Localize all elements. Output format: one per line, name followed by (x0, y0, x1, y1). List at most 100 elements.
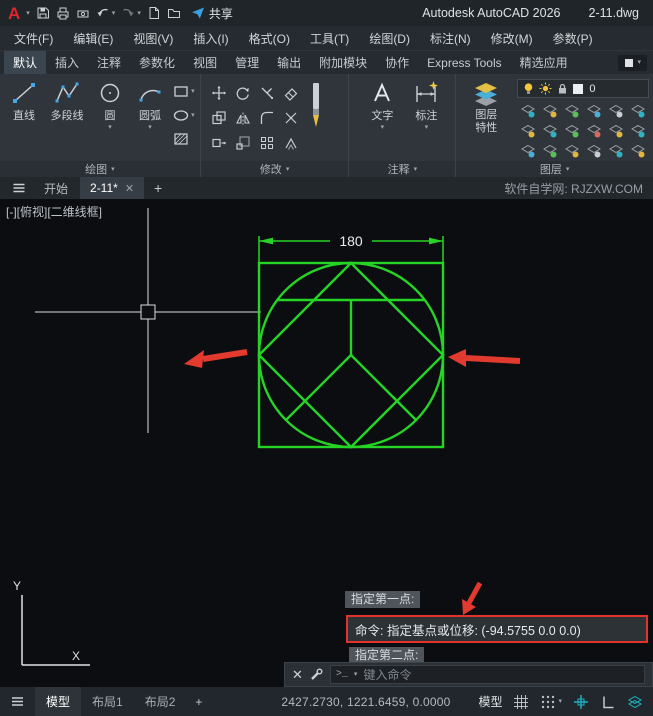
file-tab-drawing[interactable]: 2-11* ✕ (80, 177, 145, 199)
dimension-annotation[interactable]: 180 (258, 232, 444, 263)
drawing-viewport[interactable]: 180 Y X [-][俯视][二维线框] 指定第一点: 命令: 指定基点或位移… (0, 199, 653, 716)
snap-toggle[interactable]: ▾ (540, 694, 562, 710)
hamburger-menu-icon[interactable] (0, 694, 35, 709)
text-tool[interactable]: 文字 ▾ (362, 80, 402, 131)
menu-edit[interactable]: 编辑(E) (63, 26, 123, 50)
ribbon-tab-insert[interactable]: 插入 (46, 51, 88, 75)
layer-tool-icon[interactable] (517, 121, 539, 141)
autocad-logo-icon[interactable]: A (8, 5, 20, 22)
ribbon-tab-home[interactable]: 默认 (4, 50, 47, 75)
menu-parametric[interactable]: 参数(P) (543, 26, 603, 50)
geometry[interactable] (257, 261, 445, 449)
open-file-button[interactable] (167, 6, 181, 20)
explode-tool[interactable] (279, 105, 303, 130)
menu-draw[interactable]: 绘图(D) (359, 26, 420, 50)
grid-toggle-icon[interactable] (513, 694, 529, 710)
layer-tool-icon[interactable] (517, 141, 539, 161)
layer-tool-icon[interactable] (605, 121, 627, 141)
menu-tools[interactable]: 工具(T) (300, 26, 359, 50)
stretch-tool[interactable] (207, 130, 231, 155)
polyline-tool[interactable]: 多段线 (44, 80, 90, 131)
layer-tool-icon[interactable] (627, 101, 649, 121)
annotate-panel-label[interactable]: 注释 ▾ (349, 161, 456, 177)
close-icon[interactable]: ✕ (125, 182, 134, 195)
chevron-down-icon[interactable]: ▾ (112, 10, 116, 17)
layer-tool-icon[interactable] (583, 101, 605, 121)
ribbon-tab-express[interactable]: Express Tools (418, 51, 510, 75)
print-preview-button[interactable] (76, 6, 90, 20)
chevron-down-icon[interactable]: ▾ (26, 10, 30, 17)
layer-tool-icon[interactable] (605, 101, 627, 121)
move-tool[interactable] (207, 80, 231, 105)
undo-button[interactable]: ▾ (96, 6, 116, 20)
plot-button[interactable] (56, 6, 70, 20)
line-tool[interactable]: 直线 (4, 80, 44, 131)
ribbon-display-toggle[interactable]: ▾ (618, 54, 647, 71)
hatch-tool[interactable] (173, 131, 195, 147)
ribbon-tab-parametric[interactable]: 参数化 (130, 51, 184, 75)
menu-view[interactable]: 视图(V) (123, 26, 183, 50)
trim-tool[interactable] (255, 80, 279, 105)
command-input[interactable]: >_ ▾ 键入命令 (329, 665, 645, 684)
layer-tool-icon[interactable] (583, 141, 605, 161)
draw-panel-label[interactable]: 绘图 ▾ (0, 161, 200, 177)
dimension-tool[interactable]: 标注 ▾ (406, 80, 446, 131)
layers-panel-label[interactable]: 图层 ▾ (456, 161, 653, 177)
model-space-toggle[interactable]: 模型 (478, 693, 502, 710)
menu-modify[interactable]: 修改(M) (481, 26, 543, 50)
ortho-toggle-icon[interactable] (600, 694, 616, 710)
share-button[interactable]: 共享 (191, 5, 233, 22)
redo-button[interactable]: ▾ (121, 6, 141, 20)
ribbon-tab-addins[interactable]: 附加模块 (310, 51, 376, 75)
menu-file[interactable]: 文件(F) (4, 26, 63, 50)
chevron-down-icon[interactable]: ▾ (108, 124, 112, 131)
rotate-tool[interactable] (231, 80, 255, 105)
layer-tool-icon[interactable] (561, 121, 583, 141)
dynamic-input-toggle-icon[interactable] (573, 694, 589, 710)
fillet-tool[interactable] (255, 105, 279, 130)
rectangle-tool[interactable]: ▾ (173, 83, 195, 99)
ribbon-tab-annotate[interactable]: 注释 (88, 51, 130, 75)
layer-tool-icon[interactable] (605, 141, 627, 161)
layout-tab-layout2[interactable]: 布局2 (134, 687, 187, 716)
new-tab-button[interactable]: + (146, 180, 170, 196)
offset-tool[interactable] (279, 130, 303, 155)
customize-wrench-icon[interactable] (310, 668, 323, 681)
layer-tool-icon[interactable] (627, 141, 649, 161)
layer-tool-icon[interactable] (539, 121, 561, 141)
mirror-tool[interactable] (231, 105, 255, 130)
layer-tool-icon[interactable] (539, 101, 561, 121)
match-properties-tool[interactable] (308, 80, 324, 155)
layer-tool-icon[interactable] (627, 121, 649, 141)
viewport-controls[interactable]: [-][俯视][二维线框] (6, 203, 102, 220)
arc-tool[interactable]: 圆弧 ▾ (130, 80, 170, 131)
layer-tool-icon[interactable] (561, 101, 583, 121)
chevron-down-icon[interactable]: ▾ (148, 124, 152, 131)
close-icon[interactable]: ✕ (292, 668, 303, 681)
chevron-down-icon[interactable]: ▾ (354, 671, 358, 678)
isolate-objects-toggle-icon[interactable] (627, 694, 643, 710)
chevron-down-icon[interactable]: ▾ (425, 124, 429, 131)
new-layout-button[interactable]: + (186, 695, 211, 709)
layer-tool-icon[interactable] (561, 141, 583, 161)
ribbon-tab-collaborate[interactable]: 协作 (376, 51, 418, 75)
ribbon-tab-output[interactable]: 输出 (268, 51, 310, 75)
menu-dimension[interactable]: 标注(N) (420, 26, 481, 50)
layer-select[interactable]: 0 (517, 79, 650, 98)
new-file-button[interactable] (147, 6, 161, 20)
array-tool[interactable] (255, 130, 279, 155)
chevron-down-icon[interactable]: ▾ (381, 124, 385, 131)
menu-insert[interactable]: 插入(I) (183, 26, 238, 50)
circle-tool[interactable]: 圆 ▾ (90, 80, 130, 131)
layer-tool-icon[interactable] (539, 141, 561, 161)
ellipse-tool[interactable]: ▾ (173, 107, 195, 123)
menu-format[interactable]: 格式(O) (239, 26, 300, 50)
ribbon-tab-view[interactable]: 视图 (184, 51, 226, 75)
file-tab-start[interactable]: 开始 (34, 177, 78, 199)
ribbon-tab-featured[interactable]: 精选应用 (511, 51, 577, 75)
chevron-down-icon[interactable]: ▾ (137, 10, 141, 17)
layout-tab-model[interactable]: 模型 (35, 687, 82, 716)
layer-tool-icon[interactable] (583, 121, 605, 141)
layer-tool-icon[interactable] (517, 101, 539, 121)
save-button[interactable] (36, 6, 50, 20)
